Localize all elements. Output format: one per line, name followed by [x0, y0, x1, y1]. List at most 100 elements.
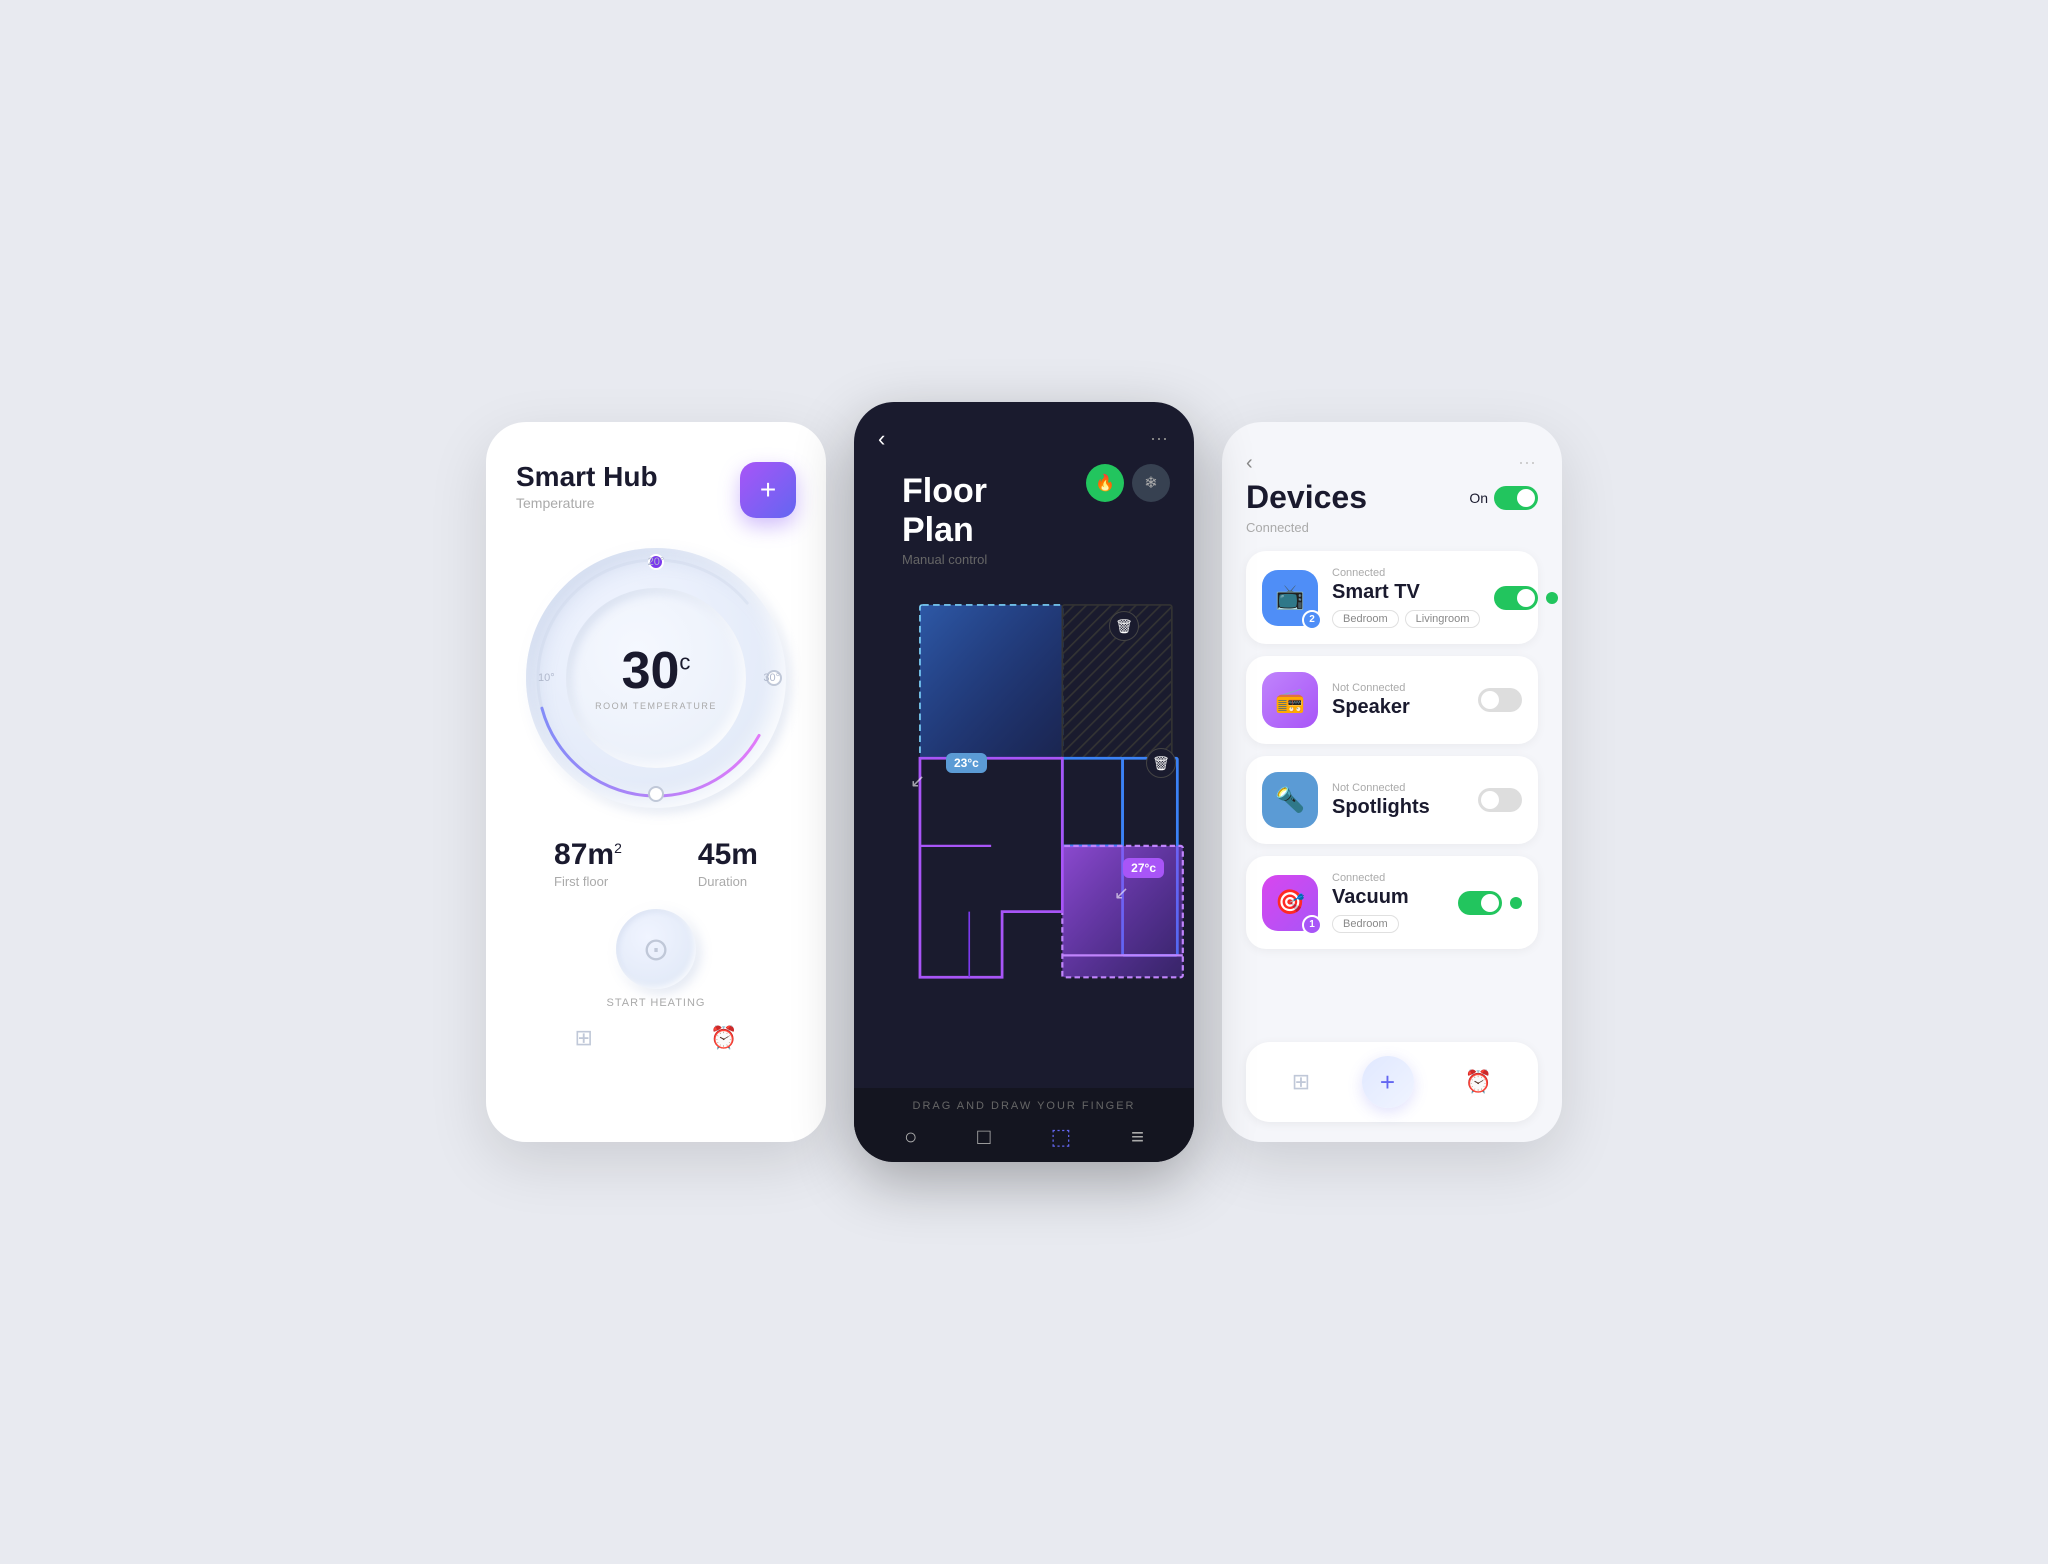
lines-icon[interactable]: ≡ — [1131, 1124, 1144, 1150]
nav-home-icon[interactable]: ⊞ — [575, 1025, 593, 1051]
area-value: 87m2 — [554, 838, 622, 872]
page-title: Smart Hub — [516, 462, 658, 493]
s3-nav-home[interactable]: ⊞ — [1292, 1069, 1310, 1095]
smarttv-toggle-wrap — [1494, 586, 1558, 610]
vacuum-connected-dot — [1510, 897, 1522, 909]
smarttv-info: Connected Smart TV Bedroom Livingroom — [1332, 567, 1480, 628]
vacuum-toggle-wrap — [1458, 891, 1522, 915]
vacuum-icon: 🎯 — [1275, 888, 1305, 917]
back-button[interactable]: ‹ — [878, 426, 885, 452]
area-stat: 87m2 First floor — [554, 838, 622, 889]
fire-icon: 🔥 — [1095, 473, 1115, 493]
spotlights-toggle-wrap — [1478, 788, 1522, 812]
smarttv-connected-dot — [1546, 592, 1558, 604]
tag-livingroom: Livingroom — [1405, 610, 1481, 628]
speaker-name: Speaker — [1332, 696, 1464, 719]
start-label: START HEATING — [607, 997, 706, 1009]
snow-mode-button[interactable]: ❄ — [1132, 464, 1170, 502]
spotlight-icon: 🔦 — [1275, 786, 1305, 815]
stats-row: 87m2 First floor 45m Duration — [516, 838, 796, 889]
menu-dots-3[interactable]: ⋯ — [1518, 453, 1538, 474]
screen-smart-hub: Smart Hub Temperature + — [486, 422, 826, 1142]
devices-title-row: Devices On — [1246, 479, 1538, 516]
power-toggle-row: On — [1469, 486, 1538, 510]
bottom-nav: ⊞ ⏰ — [516, 1025, 796, 1051]
expand-arrow-2: ↙ — [1114, 883, 1129, 904]
tick-20: 20° — [648, 556, 665, 568]
trash-button-2[interactable]: 🗑 — [1146, 748, 1176, 778]
vacuum-info: Connected Vacuum Bedroom — [1332, 872, 1444, 933]
floor-plan-title-block: Floor Plan Manual control — [878, 460, 1086, 567]
temp-label: ROOM TEMPERATURE — [595, 701, 717, 711]
speaker-toggle-wrap — [1478, 688, 1522, 712]
temp-label-2: 27°c — [1123, 858, 1164, 878]
device-card-vacuum[interactable]: 🎯 1 Connected Vacuum Bedroom — [1246, 856, 1538, 949]
circle-icon[interactable]: ○ — [904, 1124, 917, 1150]
spotlights-info: Not Connected Spotlights — [1332, 782, 1464, 819]
smarttv-status: Connected — [1332, 567, 1480, 579]
menu-dots[interactable]: ⋯ — [1150, 429, 1170, 450]
floor-plan-area[interactable]: 🗑 🗑 23°c ↙ 27°c ↙ — [854, 583, 1194, 1043]
fingerprint-button[interactable]: ⊙ — [616, 909, 696, 989]
vacuum-toggle[interactable] — [1458, 891, 1502, 915]
tag-bedroom: Bedroom — [1332, 610, 1399, 628]
toolbar-icons: ○ □ ⬚ ≡ — [854, 1124, 1194, 1150]
device-icon-vacuum: 🎯 1 — [1262, 875, 1318, 931]
s3-nav-clock[interactable]: ⏰ — [1465, 1069, 1492, 1095]
device-icon-speaker: 📻 — [1262, 672, 1318, 728]
speaker-icon: 📻 — [1275, 686, 1305, 715]
speaker-info: Not Connected Speaker — [1332, 682, 1464, 719]
back-button-3[interactable]: ‹ — [1246, 452, 1253, 475]
power-toggle[interactable] — [1494, 486, 1538, 510]
smarttv-tags: Bedroom Livingroom — [1332, 610, 1480, 628]
snow-icon: ❄ — [1144, 473, 1157, 493]
title-block: Smart Hub Temperature — [516, 462, 658, 511]
add-button[interactable]: + — [740, 462, 796, 518]
page-subtitle: Temperature — [516, 495, 658, 511]
screen3-header: ‹ ⋯ — [1246, 452, 1538, 475]
screens-container: Smart Hub Temperature + — [486, 402, 1562, 1162]
nav-clock-icon[interactable]: ⏰ — [710, 1025, 737, 1051]
trash-button-1[interactable]: 🗑 — [1109, 611, 1139, 641]
smarttv-badge: 2 — [1302, 610, 1322, 630]
tag-vacuum-bedroom: Bedroom — [1332, 915, 1399, 933]
spotlights-name: Spotlights — [1332, 796, 1464, 819]
screen3-bottom-nav: ⊞ + ⏰ — [1246, 1042, 1538, 1122]
s3-nav-add-button[interactable]: + — [1362, 1056, 1414, 1108]
smarttv-name: Smart TV — [1332, 581, 1480, 604]
thermostat-wrap: 10° 20° 30° 30c ROOM TEMPERATURE — [526, 548, 786, 808]
tick-10: 10° — [538, 672, 555, 684]
screen1-header: Smart Hub Temperature + — [516, 462, 796, 518]
area-desc: First floor — [554, 874, 622, 889]
speaker-status: Not Connected — [1332, 682, 1464, 694]
temp-label-1: 23°c — [946, 753, 987, 773]
toolbar-label: DRAG AND DRAW YOUR FINGER — [854, 1100, 1194, 1112]
square-icon[interactable]: □ — [977, 1124, 990, 1150]
duration-desc: Duration — [698, 874, 758, 889]
smarttv-toggle[interactable] — [1494, 586, 1538, 610]
vacuum-badge: 1 — [1302, 915, 1322, 935]
device-card-smarttv[interactable]: 📺 2 Connected Smart TV Bedroom Livingroo… — [1246, 551, 1538, 644]
on-label: On — [1469, 490, 1488, 506]
floor-plan-subtitle: Manual control — [902, 552, 1062, 567]
speaker-toggle[interactable] — [1478, 688, 1522, 712]
device-card-spotlights[interactable]: 🔦 Not Connected Spotlights — [1246, 756, 1538, 844]
floor-plan-svg — [854, 583, 1194, 1043]
device-card-speaker[interactable]: 📻 Not Connected Speaker — [1246, 656, 1538, 744]
expand-arrow-1: ↙ — [910, 771, 925, 792]
floor-plan-title: Floor Plan — [902, 472, 1062, 550]
device-icon-spotlights: 🔦 — [1262, 772, 1318, 828]
temperature-value: 30c — [622, 645, 691, 697]
connected-label: Connected — [1246, 520, 1538, 535]
fire-mode-button[interactable]: 🔥 — [1086, 464, 1124, 502]
tv-icon: 📺 — [1275, 583, 1305, 612]
duration-value: 45m — [698, 838, 758, 872]
thermostat-outer: 10° 20° 30° 30c ROOM TEMPERATURE — [526, 548, 786, 808]
device-icon-smarttv: 📺 2 — [1262, 570, 1318, 626]
spotlights-toggle[interactable] — [1478, 788, 1522, 812]
thermostat-inner: 30c ROOM TEMPERATURE — [566, 588, 746, 768]
floor-toolbar: DRAG AND DRAW YOUR FINGER ○ □ ⬚ ≡ — [854, 1088, 1194, 1162]
devices-title: Devices — [1246, 479, 1367, 516]
fingerprint-icon: ⊙ — [643, 930, 670, 968]
selection-icon[interactable]: ⬚ — [1050, 1124, 1071, 1150]
